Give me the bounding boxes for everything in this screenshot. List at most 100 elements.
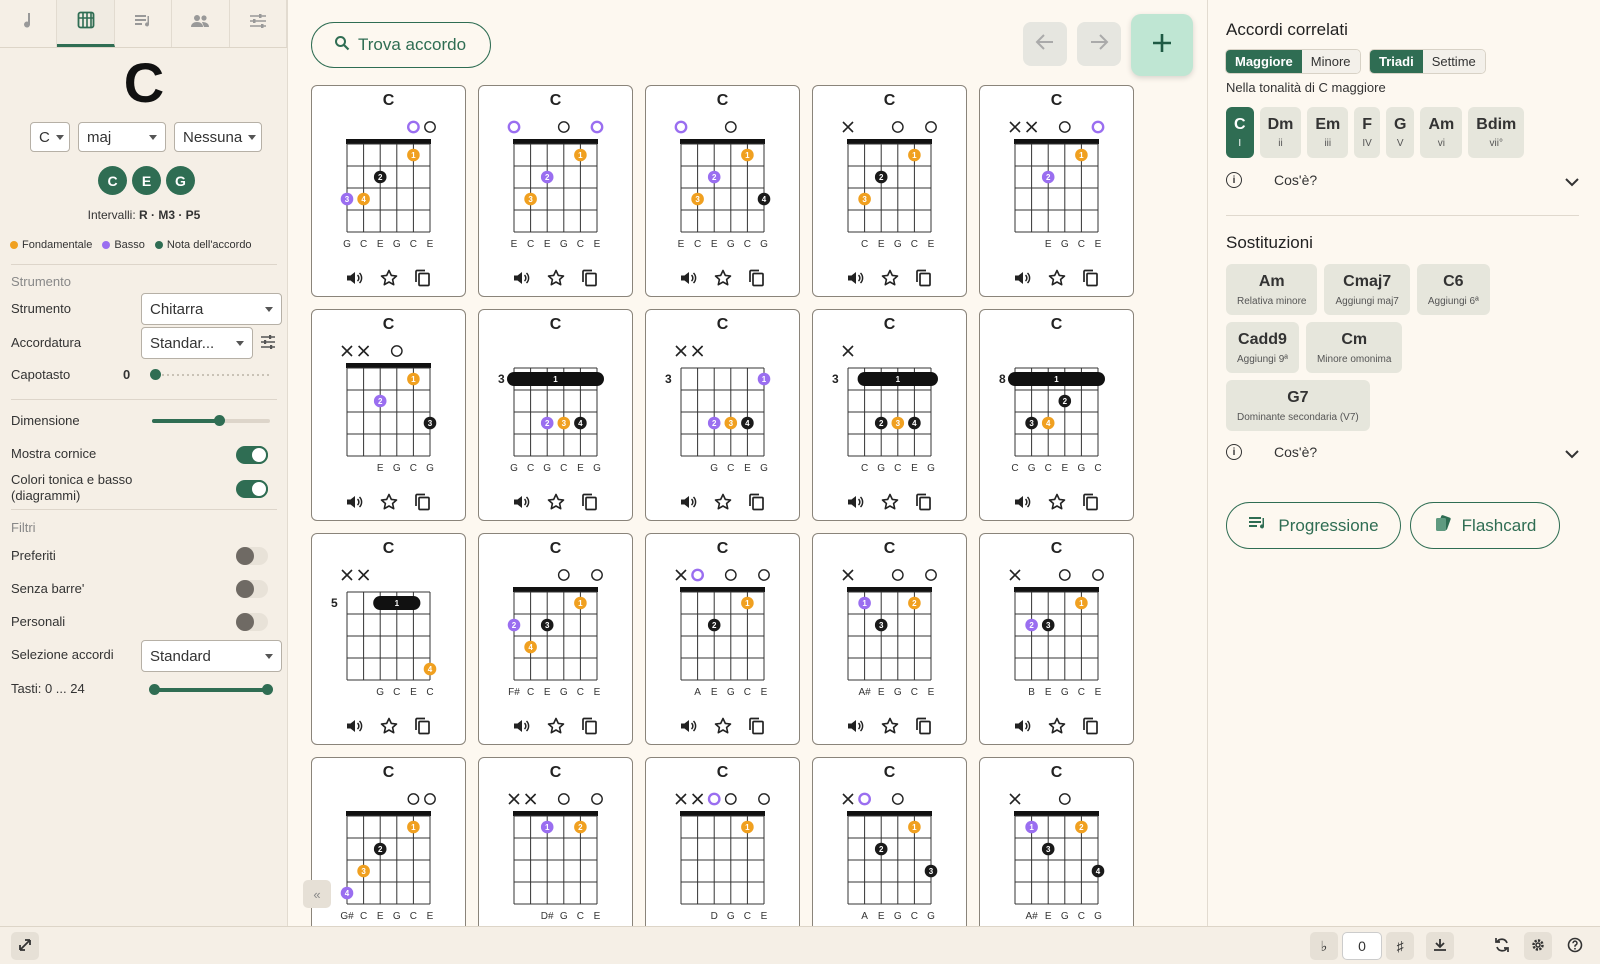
chord-card[interactable]: C 1 2 3 A# E G C E	[812, 533, 967, 745]
chord-card[interactable]: C123AEGCG	[812, 757, 967, 926]
capo-slider[interactable]	[150, 369, 270, 380]
chord-card[interactable]: C 1 2 3 4 A# E G C G	[979, 757, 1134, 926]
note-pill[interactable]: E	[132, 166, 161, 195]
find-chord-button[interactable]: Trova accordo	[311, 22, 491, 68]
colors-toggle[interactable]	[236, 480, 268, 498]
settings-button[interactable]	[1524, 932, 1552, 960]
copy-button[interactable]	[747, 717, 767, 738]
favorite-button[interactable]	[880, 493, 900, 514]
copy-button[interactable]	[413, 717, 433, 738]
tab-chords[interactable]	[57, 0, 115, 47]
flashcard-button[interactable]: Flashcard	[1410, 502, 1560, 549]
chord-card[interactable]: C123ECEGCE	[478, 85, 633, 297]
refresh-button[interactable]	[1488, 932, 1516, 960]
tab-people[interactable]	[172, 0, 230, 47]
bass-select[interactable]: Nessuna	[174, 122, 262, 152]
root-select[interactable]: C	[30, 122, 70, 152]
favorite-button[interactable]	[713, 493, 733, 514]
play-sound-button[interactable]	[846, 270, 866, 290]
favorites-toggle[interactable]	[236, 547, 268, 565]
copy-button[interactable]	[413, 269, 433, 290]
favorite-button[interactable]	[546, 269, 566, 290]
frame-toggle[interactable]	[236, 446, 268, 464]
tuning-select[interactable]: Standar...	[141, 327, 253, 359]
chord-card[interactable]: C123CEGCE	[812, 85, 967, 297]
favorite-button[interactable]	[713, 717, 733, 738]
favorite-button[interactable]	[880, 269, 900, 290]
quality-select[interactable]: maj	[78, 122, 166, 152]
substitution-chip[interactable]: Am Relativa minore	[1226, 264, 1318, 315]
selection-select[interactable]: Standard	[141, 640, 282, 672]
play-sound-button[interactable]	[1013, 270, 1033, 290]
favorite-button[interactable]	[379, 269, 399, 290]
play-sound-button[interactable]	[345, 494, 365, 514]
copy-button[interactable]	[1081, 493, 1101, 514]
whats-this-related[interactable]: i Cos'è?	[1226, 172, 1579, 188]
tab-sevenths[interactable]: Settime	[1422, 50, 1485, 73]
substitution-chip[interactable]: Cmaj7 Aggiungi maj7	[1324, 264, 1410, 315]
favorite-button[interactable]	[713, 269, 733, 290]
favorite-button[interactable]	[379, 717, 399, 738]
chord-card[interactable]: C31234GCGCEG	[478, 309, 633, 521]
degree-chip[interactable]: Bdim vii°	[1468, 107, 1525, 158]
chord-card[interactable]: C12EGCE	[979, 85, 1134, 297]
note-pill[interactable]: C	[98, 166, 127, 195]
chord-card[interactable]: C123BEGCE	[979, 533, 1134, 745]
capo-slider-thumb[interactable]	[150, 369, 161, 380]
tab-notes[interactable]	[0, 0, 58, 47]
chord-card[interactable]: C123EGCG	[311, 309, 466, 521]
copy-button[interactable]	[413, 493, 433, 514]
play-sound-button[interactable]	[512, 718, 532, 738]
favorite-button[interactable]	[880, 717, 900, 738]
degree-chip[interactable]: Am vi	[1420, 107, 1463, 158]
play-sound-button[interactable]	[679, 494, 699, 514]
sharp-button[interactable]: ♯	[1386, 932, 1414, 960]
frets-min-thumb[interactable]	[149, 684, 160, 695]
play-sound-button[interactable]	[679, 270, 699, 290]
chord-card[interactable]: C1234ECEGCG	[645, 85, 800, 297]
play-sound-button[interactable]	[1013, 718, 1033, 738]
frets-max-thumb[interactable]	[262, 684, 273, 695]
favorite-button[interactable]	[1047, 493, 1067, 514]
favorite-button[interactable]	[1047, 717, 1067, 738]
chord-card[interactable]: C12AEGCE	[645, 533, 800, 745]
copy-button[interactable]	[580, 269, 600, 290]
chord-card[interactable]: C 1 2 3 4 F# C E G C E	[478, 533, 633, 745]
frets-range-slider[interactable]	[149, 684, 273, 695]
tuning-settings-icon[interactable]	[260, 334, 276, 355]
help-button[interactable]	[1561, 932, 1589, 960]
favorite-button[interactable]	[1047, 269, 1067, 290]
copy-button[interactable]	[580, 493, 600, 514]
tab-sliders[interactable]	[230, 0, 288, 47]
tab-minor[interactable]: Minore	[1301, 50, 1360, 73]
previous-button[interactable]	[1023, 22, 1067, 66]
copy-button[interactable]	[914, 493, 934, 514]
chord-card[interactable]: C31234GCEG	[645, 309, 800, 521]
size-slider-thumb[interactable]	[214, 415, 226, 426]
copy-button[interactable]	[747, 269, 767, 290]
play-sound-button[interactable]	[846, 718, 866, 738]
nobarre-toggle[interactable]	[236, 580, 268, 598]
chord-card[interactable]: C1 DGCE	[645, 757, 800, 926]
substitution-chip[interactable]: Cadd9 Aggiungi 9ª	[1226, 322, 1299, 373]
play-sound-button[interactable]	[345, 718, 365, 738]
copy-button[interactable]	[914, 269, 934, 290]
degree-chip[interactable]: Em iii	[1307, 107, 1349, 158]
substitution-chip[interactable]: G7 Dominante secondaria (V7)	[1226, 380, 1370, 431]
instrument-select[interactable]: Chitarra	[141, 293, 282, 325]
custom-toggle[interactable]	[236, 613, 268, 631]
degree-chip[interactable]: Dm ii	[1259, 107, 1302, 158]
favorite-button[interactable]	[379, 493, 399, 514]
copy-button[interactable]	[580, 717, 600, 738]
copy-button[interactable]	[1081, 269, 1101, 290]
degree-chip[interactable]: GV	[1386, 107, 1415, 158]
transpose-value[interactable]: 0	[1342, 932, 1382, 960]
play-sound-button[interactable]	[846, 494, 866, 514]
collapse-sidebar-button[interactable]: «	[303, 880, 331, 908]
substitution-chip[interactable]: Cm Minore omonima	[1305, 322, 1403, 373]
size-slider[interactable]	[152, 415, 270, 426]
play-sound-button[interactable]	[1013, 494, 1033, 514]
copy-button[interactable]	[747, 493, 767, 514]
degree-chip[interactable]: F IV	[1354, 107, 1381, 158]
tab-triads[interactable]: Triadi	[1370, 50, 1423, 73]
